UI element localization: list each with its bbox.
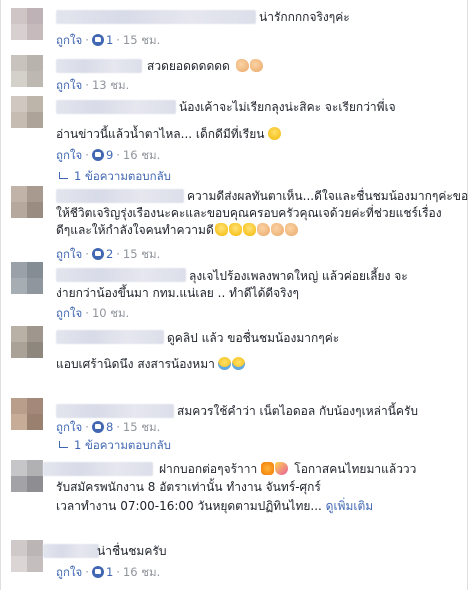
comment-actions: ถูกใจ · 10 ชม. (56, 306, 130, 320)
comment-actions: ถูกใจ · 8 · 15 ชม. (56, 420, 161, 434)
comment-text: รับสมัครพนักงาน 8 อัตราเท่านั้น ทำงาน จั… (56, 480, 321, 494)
clap-emoji-icon (235, 59, 249, 72)
avatar[interactable] (11, 398, 43, 430)
comment-text: น่ารักกกกจริงๆค่ะ (259, 10, 350, 24)
timestamp[interactable]: 15 ชม. (123, 33, 160, 47)
avatar[interactable] (11, 186, 43, 218)
timestamp[interactable]: 13 ชม. (92, 78, 129, 92)
like-icon (91, 34, 104, 46)
comment-actions: ถูกใจ · 1 · 15 ชม. (56, 33, 161, 47)
commenter-name[interactable] (56, 330, 164, 344)
comment-actions: ถูกใจ · 1 · 16 ชม. (56, 565, 161, 579)
thumbs-up-emoji-icon (214, 223, 228, 236)
smile-emoji-icon (268, 127, 282, 140)
like-link[interactable]: ถูกใจ (56, 565, 82, 579)
timestamp[interactable]: 16 ชม. (123, 148, 160, 162)
comment-text: ง่ายกว่าน้องขึ้นมา กทม.แน่เลย .. ทำดีได้… (56, 286, 299, 300)
clap-emoji-icon (284, 223, 298, 236)
comment-text: อ่านข่าวนี้แล้วน้ำตาไหล... เด็กดีมีที่เร… (56, 126, 282, 142)
avatar[interactable] (11, 326, 43, 358)
clap-emoji-icon (256, 223, 270, 236)
avatar[interactable] (11, 55, 43, 87)
comment-text: ความดีส่งผลทันตาเห็น...ดีใจและชื่นชมน้อง… (187, 189, 468, 203)
timestamp[interactable]: 15 ชม. (123, 247, 160, 261)
crying-emoji-icon (217, 357, 231, 370)
thumbs-up-emoji-icon (228, 223, 242, 236)
comment-actions: ถูกใจ · 9 · 16 ชม. (56, 148, 161, 162)
comment-text: สมควรใช้คำว่า เน็ตไอดอล กับน้องๆเหล่านี้… (177, 404, 419, 418)
commenter-name[interactable] (56, 59, 142, 73)
thumbs-up-emoji-icon (242, 223, 256, 236)
comment-text: แอบเศร้านิดนึง สงสารน้องหมา (56, 356, 245, 372)
like-icon (91, 149, 104, 161)
reply-arrow-icon (59, 172, 68, 179)
like-icon (91, 566, 104, 578)
comment-actions: ถูกใจ · 2 · 15 ชม. (56, 247, 161, 261)
clap-emoji-icon (249, 59, 263, 72)
timestamp[interactable]: 15 ชม. (123, 420, 160, 434)
comment-text: น่าชื่นชมครับ (97, 544, 167, 558)
like-link[interactable]: ถูกใจ (56, 420, 82, 434)
view-replies-link[interactable]: 1 ข้อความตอบกลับ (59, 438, 171, 452)
party-emoji-icon (275, 462, 289, 475)
commenter-name[interactable] (56, 189, 184, 203)
commenter-name[interactable] (43, 462, 153, 476)
like-icon (91, 248, 104, 260)
commenter-name[interactable] (56, 404, 174, 418)
like-link[interactable]: ถูกใจ (56, 33, 82, 47)
like-link[interactable]: ถูกใจ (56, 78, 82, 92)
like-link[interactable]: ถูกใจ (56, 148, 82, 162)
like-icon (91, 421, 104, 433)
comment-text: สวดยอดดดดดด (147, 58, 263, 74)
avatar[interactable] (11, 460, 43, 492)
comment-text: ดีๆและให้กำลังใจคนทำความดี (56, 222, 298, 238)
avatar[interactable] (11, 540, 43, 572)
avatar[interactable] (11, 96, 43, 128)
comment-text: ฝากบอกต่อๆจร้าาา โอกาสคนไทยมาแล้ววว (159, 462, 417, 476)
commenter-name[interactable] (56, 10, 256, 24)
comment-text: ดูคลิป แล้ว ขอชื่นชมน้องมากๆค่ะ (167, 331, 340, 345)
commenter-name[interactable] (43, 544, 99, 558)
comment-text: ลุงเจไปร้องเพลงพาดใหญ่ แล้วค่อยเลี้ยง จะ (189, 269, 408, 283)
comments-panel: น่ารักกกกจริงๆค่ะ ถูกใจ · 1 · 15 ชม. สวดยอดด… (0, 0, 468, 590)
avatar[interactable] (11, 8, 43, 40)
comment-text: ให้ชีวิตเจริญรุ่งเรืองนะคะและขอบคุณครอบค… (56, 206, 442, 220)
sparkle-emoji-icon (261, 462, 275, 475)
timestamp[interactable]: 16 ชม. (123, 565, 160, 579)
comment-actions: ถูกใจ · 13 ชม. (56, 78, 130, 92)
like-link[interactable]: ถูกใจ (56, 306, 82, 320)
timestamp[interactable]: 10 ชม. (92, 306, 129, 320)
reply-arrow-icon (59, 441, 68, 448)
see-more-link[interactable]: ดูเพิ่มเติม (326, 499, 374, 513)
avatar[interactable] (11, 262, 43, 294)
view-replies-link[interactable]: 1 ข้อความตอบกลับ (59, 169, 171, 183)
commenter-name[interactable] (56, 268, 186, 282)
like-link[interactable]: ถูกใจ (56, 247, 82, 261)
crying-emoji-icon (231, 357, 245, 370)
clap-emoji-icon (270, 223, 284, 236)
comment-text: น้องเค้าจะไม่เรียกลุงน่ะสิคะ จะเรียกว่าพ… (179, 100, 396, 114)
comment-text: เวลาทำงาน 07:00-16:00 วันหยุดตามปฏิทินไท… (56, 499, 374, 513)
commenter-name[interactable] (56, 100, 176, 114)
